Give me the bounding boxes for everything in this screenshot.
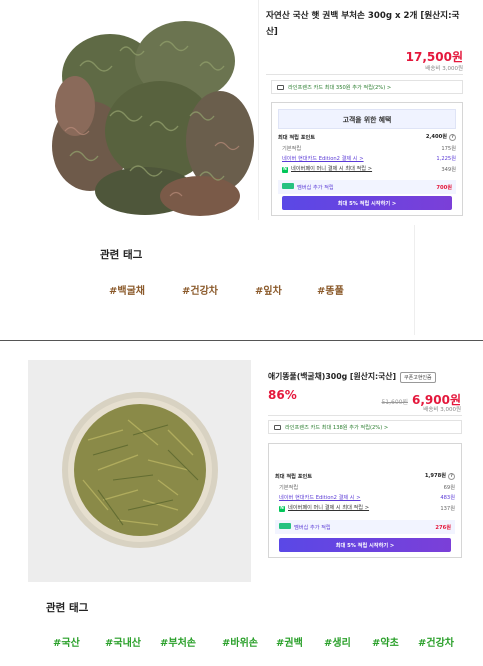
price-divider <box>268 415 462 416</box>
max-points-row: 최대 적립 포인트 2,400원? <box>278 133 456 141</box>
card-points-row: 네이버 현대카드 Edition2 결제 시 > 483원 <box>275 494 455 501</box>
max-points-value-wrap: 1,978원? <box>425 472 455 480</box>
tag-link[interactable]: #똥풀 <box>317 282 344 297</box>
max-points-row: 최대 적립 포인트 1,978원? <box>275 472 455 480</box>
pay-points-label-wrap: N 네이버페이 머니 결제 시 최대 적립 > <box>282 165 372 173</box>
pay-points-label-wrap: N 네이버페이 머니 결제 시 최대 적립 > <box>279 504 369 512</box>
benefit-heading: 고객을 위한 혜택 <box>278 109 456 129</box>
herb-bowl-photo <box>28 360 251 582</box>
column-divider <box>258 0 259 220</box>
product2-discount: 86% <box>268 388 297 402</box>
tag-link[interactable]: #국내산 <box>105 634 141 649</box>
moss-photo <box>50 6 255 216</box>
pay-points-link[interactable]: 네이버페이 머니 결제 시 최대 적립 > <box>288 505 369 511</box>
product2-image[interactable] <box>28 360 251 582</box>
max-points-value: 2,400원 <box>425 134 447 140</box>
base-points-label: 기본적립 <box>282 146 302 152</box>
membership-join-button[interactable]: 최대 5% 적립 시작하기 > <box>279 538 451 552</box>
card-points-value: 483원 <box>440 495 455 501</box>
base-points-row: 기본적립 69원 <box>275 484 455 491</box>
help-icon[interactable]: ? <box>449 134 456 141</box>
membership-label: 멤버십 추가 적립 <box>294 525 331 531</box>
credit-card-icon <box>277 84 284 90</box>
product2-benefit-box: 최대 적립 포인트 1,978원? 기본적립 69원 네이버 현대카드 Edit… <box>268 443 462 558</box>
card-points-link[interactable]: 네이버 현대카드 Edition2 결제 시 > <box>282 155 364 162</box>
pay-points-value: 137원 <box>440 505 455 512</box>
coupon-button[interactable]: 쿠폰고현인즘 <box>400 371 436 383</box>
pay-points-row: N 네이버페이 머니 결제 시 최대 적립 > 349원 <box>278 165 456 173</box>
tag-link[interactable]: #건강차 <box>182 282 218 297</box>
tag-link[interactable]: #생리 <box>324 634 351 649</box>
base-points-row: 기본적립 175원 <box>278 145 456 152</box>
card-points-row: 네이버 현대카드 Edition2 결제 시 > 1,225원 <box>278 155 456 162</box>
tags-right-border <box>414 225 415 335</box>
membership-icon <box>279 523 291 529</box>
tag-link[interactable]: #백굴채 <box>109 282 145 297</box>
product2-card-banner[interactable]: 라인프렌즈 카드 최대 138원 추가 적립(2%) > <box>268 420 462 434</box>
tag-link[interactable]: #바위손 <box>222 634 258 649</box>
card-points-link[interactable]: 네이버 현대카드 Edition2 결제 시 > <box>279 494 361 501</box>
page: 자연산 국산 햇 권백 부처손 300g x 2개 [원산지:국산] 17,50… <box>0 0 483 666</box>
tag-link[interactable]: #권백 <box>276 634 303 649</box>
product1-image[interactable] <box>50 6 255 216</box>
product1-title: 자연산 국산 햇 권백 부처손 300g x 2개 [원산지:국산] <box>266 11 460 37</box>
help-icon[interactable]: ? <box>448 473 455 480</box>
product1-info: 자연산 국산 햇 권백 부처손 300g x 2개 [원산지:국산] 17,50… <box>266 8 466 72</box>
membership-row: 멤버십 추가 적립 276원 <box>275 520 455 534</box>
tag-link[interactable]: #약초 <box>372 634 399 649</box>
naver-pay-icon: N <box>282 167 288 173</box>
membership-join-button[interactable]: 최대 5% 적립 시작하기 > <box>282 196 452 210</box>
product2-tags-title: 관련 태그 <box>46 602 89 614</box>
product1-benefit-box: 고객을 위한 혜택 최대 적립 포인트 2,400원? 기본적립 175원 네이… <box>271 102 463 216</box>
card-banner-text: 라인프렌즈 카드 최대 350원 추가 적립(2%) > <box>288 84 392 91</box>
product2-shipping: 배송비 3,000원 <box>423 407 461 413</box>
product1-price: 17,500원 <box>405 50 463 64</box>
tag-link[interactable]: #잎차 <box>255 282 282 297</box>
product2-title: 애기똥풀(백굴채)300g [원산지:국산] <box>268 372 397 381</box>
price-divider <box>266 74 463 75</box>
membership-row: 멤버십 추가 적립 700원 <box>278 180 456 194</box>
membership-value: 700원 <box>436 184 452 191</box>
product2-title-row: 애기똥풀(백굴채)300g [원산지:국산] 쿠폰고현인즘 <box>268 371 436 383</box>
product1-price-row: 17,500원 <box>266 46 463 65</box>
base-points-value: 69원 <box>443 485 455 491</box>
max-points-label: 최대 적립 포인트 <box>275 473 313 480</box>
max-points-label: 최대 적립 포인트 <box>278 134 316 141</box>
section-separator <box>0 340 483 341</box>
max-points-value-wrap: 2,400원? <box>426 133 456 141</box>
tag-link[interactable]: #국산 <box>53 634 80 649</box>
product2-original-price: 51,600원 <box>381 399 408 406</box>
membership-label-wrap: 멤버십 추가 적립 <box>282 183 334 191</box>
membership-label-wrap: 멤버십 추가 적립 <box>279 523 331 531</box>
product1-card-banner[interactable]: 라인프렌즈 카드 최대 350원 추가 적립(2%) > <box>271 80 463 94</box>
pay-points-link[interactable]: 네이버페이 머니 결제 시 최대 적립 > <box>291 166 372 172</box>
tag-link[interactable]: #부처손 <box>160 634 196 649</box>
base-points-label: 기본적립 <box>279 485 299 491</box>
pay-points-value: 349원 <box>441 166 456 173</box>
card-banner-text: 라인프렌즈 카드 최대 138원 추가 적립(2%) > <box>285 424 389 431</box>
pay-points-row: N 네이버페이 머니 결제 시 최대 적립 > 137원 <box>275 504 455 512</box>
naver-pay-icon: N <box>279 506 285 512</box>
base-points-value: 175원 <box>441 146 456 152</box>
card-points-value: 1,225원 <box>436 156 456 162</box>
credit-card-icon <box>274 424 281 430</box>
membership-value: 276원 <box>435 524 451 531</box>
product1-tags-title: 관련 태그 <box>100 249 143 261</box>
product1-shipping: 배송비 3,000원 <box>425 66 463 72</box>
membership-label: 멤버십 추가 적립 <box>297 185 334 191</box>
membership-icon <box>282 183 294 189</box>
max-points-value: 1,978원 <box>424 473 446 479</box>
tag-link[interactable]: #건강차 <box>418 634 454 649</box>
